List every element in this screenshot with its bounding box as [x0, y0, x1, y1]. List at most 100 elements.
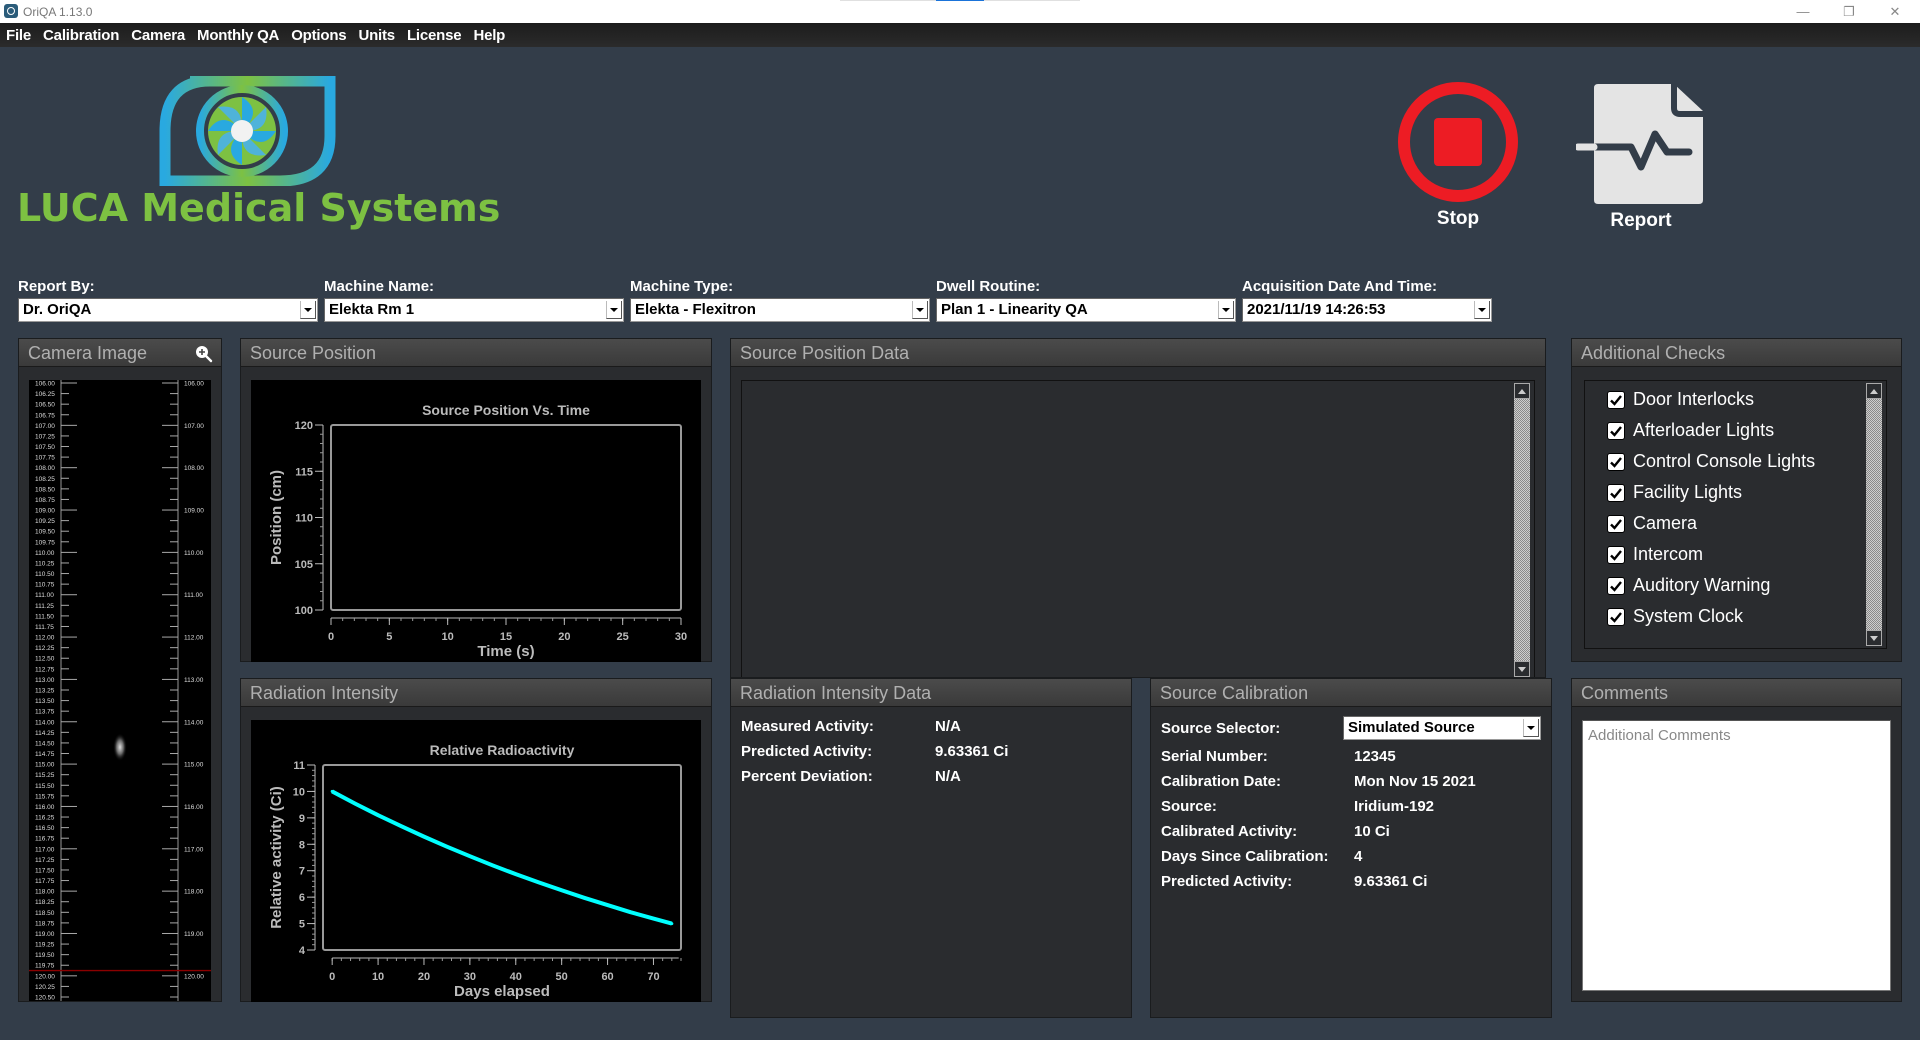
source-position-data-header: Source Position Data: [731, 339, 1545, 367]
restore-button[interactable]: ❐: [1826, 0, 1872, 23]
data-point: [560, 888, 564, 892]
source-position-data-scrollbar[interactable]: [1514, 383, 1530, 677]
x-tick-label: 60: [601, 971, 613, 983]
ruler-label-right: 106.00: [184, 381, 204, 388]
x-tick-label: 20: [418, 971, 430, 983]
ruler-label-left: 115.00: [35, 762, 55, 769]
menu-camera[interactable]: Camera: [131, 27, 185, 44]
check-item[interactable]: Afterloader Lights: [1607, 420, 1774, 441]
y-tick-label: 115: [295, 466, 313, 478]
x-tick-label: 50: [556, 971, 568, 983]
source-position-header: Source Position: [241, 339, 711, 367]
stop-icon: [1398, 82, 1518, 202]
ruler-label-left: 114.00: [35, 719, 55, 726]
machine-name-combo[interactable]: Elekta Rm 1: [324, 298, 624, 322]
data-point: [583, 896, 587, 900]
ruler-label-right: 113.00: [184, 677, 204, 684]
ruler-label-left: 117.25: [35, 857, 55, 864]
menu-monthly-qa[interactable]: Monthly QA: [197, 27, 279, 44]
predicted-activity-value: 9.63361 Ci: [935, 743, 1009, 760]
x-tick-label: 30: [675, 631, 687, 643]
check-item[interactable]: Auditory Warning: [1607, 575, 1770, 596]
report-by-combo[interactable]: Dr. OriQA: [18, 298, 318, 322]
checkbox[interactable]: [1607, 576, 1625, 595]
zoom-in-icon[interactable]: [195, 345, 213, 363]
report-button[interactable]: Report: [1568, 80, 1714, 232]
x-tick-label: 0: [328, 631, 334, 643]
checkbox[interactable]: [1607, 483, 1625, 502]
report-by-label: Report By:: [18, 278, 95, 295]
source-selector-combo[interactable]: Simulated Source: [1343, 716, 1541, 740]
ruler-label-left: 120.00: [35, 973, 55, 980]
comments-textarea[interactable]: [1582, 720, 1891, 991]
dwell-routine-label: Dwell Routine:: [936, 278, 1041, 295]
scroll-up-icon[interactable]: [1866, 383, 1882, 399]
dwell-routine-combo[interactable]: Plan 1 - Linearity QA: [936, 298, 1236, 322]
ruler-label-right: 107.00: [184, 423, 204, 430]
scroll-up-icon[interactable]: [1514, 383, 1530, 399]
checkbox[interactable]: [1607, 390, 1625, 409]
menu-file[interactable]: File: [6, 27, 31, 44]
ruler-label-left: 112.25: [35, 645, 55, 652]
stop-button[interactable]: Stop: [1395, 80, 1521, 230]
acquisition-value: 2021/11/19 14:26:53: [1247, 301, 1386, 318]
y-tick-label: 100: [295, 605, 313, 617]
checkbox[interactable]: [1607, 421, 1625, 440]
x-tick-label: 25: [617, 631, 629, 643]
minimize-button[interactable]: —: [1780, 0, 1826, 23]
machine-type-combo[interactable]: Elekta - Flexitron: [630, 298, 930, 322]
checkbox[interactable]: [1607, 545, 1625, 564]
checkbox[interactable]: [1607, 452, 1625, 471]
data-point: [606, 903, 610, 907]
menu-license[interactable]: License: [407, 27, 462, 44]
ruler-label-right: 120.00: [184, 973, 204, 980]
ruler-label-left: 106.75: [35, 412, 55, 419]
check-item[interactable]: Control Console Lights: [1607, 451, 1815, 472]
camera-image[interactable]: 106.00 106.00 106.25 106.50 106.75 107.00 107.…: [29, 380, 211, 1001]
x-tick-label: 70: [647, 971, 659, 983]
chart-title: Relative Radioactivity: [430, 742, 575, 758]
ruler-label-left: 111.75: [35, 624, 54, 631]
close-button[interactable]: ✕: [1872, 0, 1918, 23]
checkmark-icon: [1610, 611, 1622, 623]
radiation-intensity-title: Radiation Intensity: [250, 683, 399, 703]
window-title: OriQA 1.13.0: [23, 5, 93, 19]
camera-body: 106.00 106.00 106.25 106.50 106.75 107.00 107.…: [19, 368, 221, 1001]
days-since-calibration-label: Days Since Calibration:: [1161, 848, 1329, 865]
source-position-plot: Source Position Vs. Time 100 105 110 115 120 0…: [251, 380, 701, 662]
luca-logo: LUCA Medical Systems: [15, 76, 500, 236]
ruler-label-right: 115.00: [184, 762, 204, 769]
data-point: [537, 880, 541, 884]
checkbox[interactable]: [1607, 514, 1625, 533]
check-item[interactable]: System Clock: [1607, 606, 1743, 627]
check-item[interactable]: Intercom: [1607, 544, 1703, 565]
additional-checks-header: Additional Checks: [1572, 339, 1901, 367]
check-item-label: Auditory Warning: [1633, 575, 1771, 595]
comments-body: [1572, 708, 1901, 1001]
source-position-data-body: [731, 368, 1545, 677]
radiation-intensity-header: Radiation Intensity: [241, 679, 711, 707]
ruler-label-left: 108.75: [35, 497, 55, 504]
check-item[interactable]: Facility Lights: [1607, 482, 1742, 503]
calibration-date-value: Mon Nov 15 2021: [1354, 773, 1476, 790]
check-item-label: Afterloader Lights: [1633, 420, 1775, 440]
menu-help[interactable]: Help: [473, 27, 505, 44]
menu-options[interactable]: Options: [291, 27, 346, 44]
menu-units[interactable]: Units: [358, 27, 395, 44]
radiation-intensity-data-header: Radiation Intensity Data: [731, 679, 1131, 707]
camera-panel-title: Camera Image: [28, 343, 148, 363]
ruler-label-left: 109.75: [35, 539, 55, 546]
predicted-activity-label: Predicted Activity:: [741, 743, 873, 760]
ruler-label-left: 117.50: [35, 867, 55, 874]
acquisition-combo[interactable]: 2021/11/19 14:26:53: [1242, 298, 1492, 322]
ruler-label-left: 119.50: [35, 952, 55, 959]
ruler-label-left: 106.50: [35, 402, 55, 409]
menu-calibration[interactable]: Calibration: [43, 27, 119, 44]
check-item[interactable]: Camera: [1607, 513, 1697, 534]
check-item[interactable]: Door Interlocks: [1607, 389, 1754, 410]
additional-checks-scrollbar[interactable]: [1866, 383, 1882, 646]
scroll-down-icon[interactable]: [1514, 661, 1530, 677]
checkbox[interactable]: [1607, 607, 1625, 626]
x-axis-label: Days elapsed: [454, 983, 550, 1000]
scroll-down-icon[interactable]: [1866, 630, 1882, 646]
